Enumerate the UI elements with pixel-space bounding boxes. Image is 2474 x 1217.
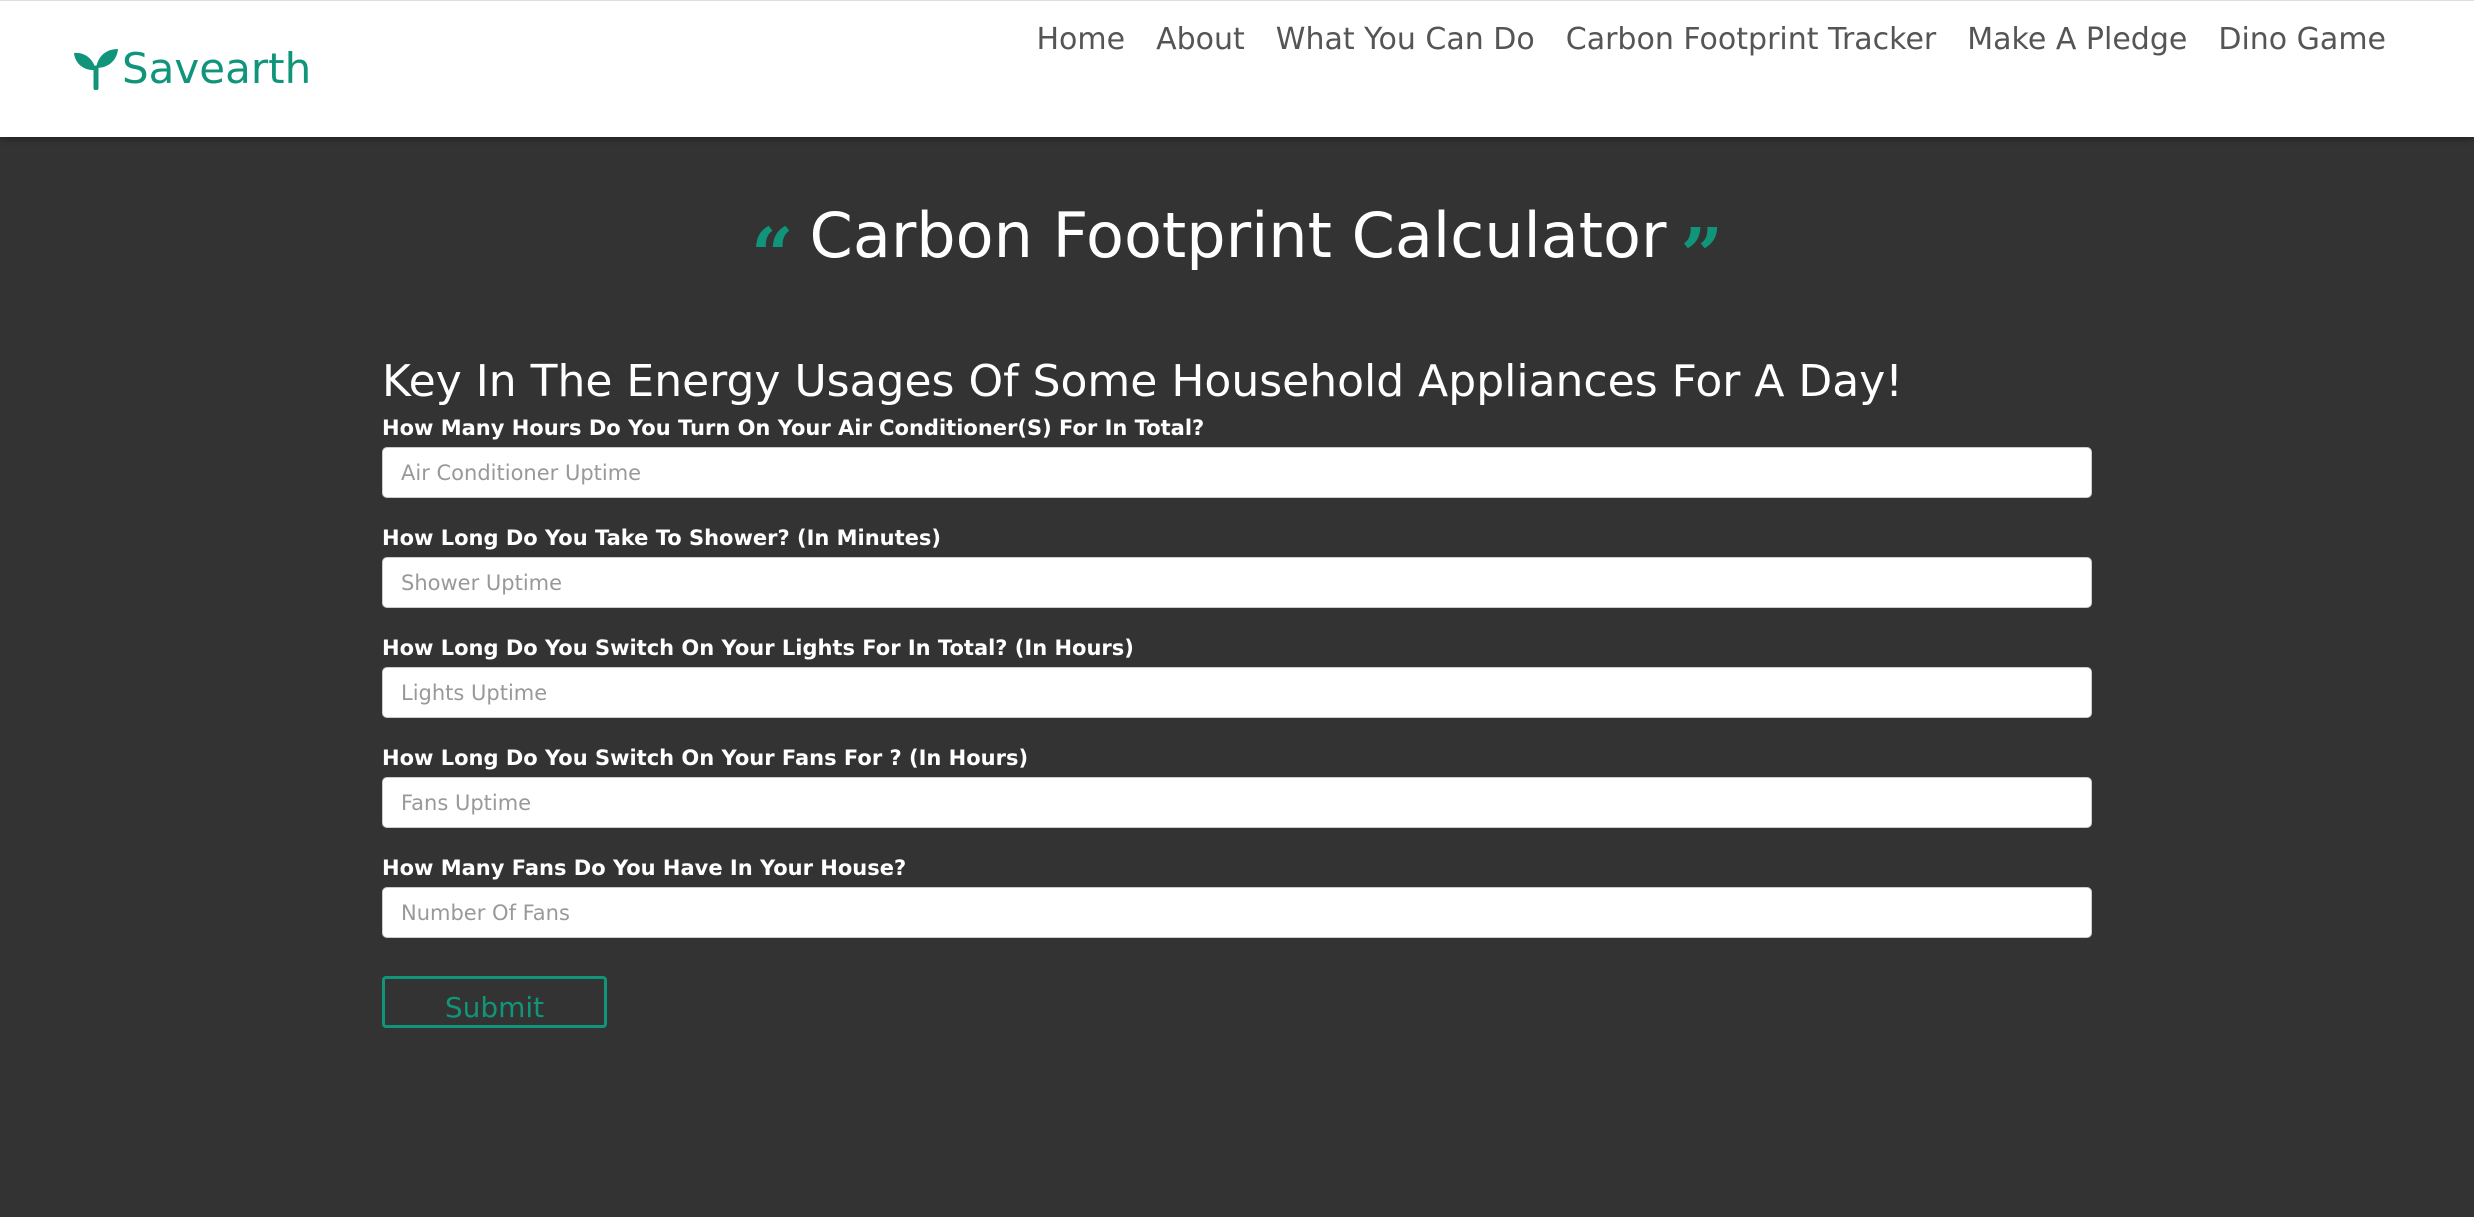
page-title-wrap: “ Carbon Footprint Calculator ”	[0, 193, 2474, 299]
field-group-number-of-fans: How Many Fans Do You Have In Your House?	[382, 853, 2092, 938]
close-quote-icon: ”	[1680, 213, 1724, 299]
fans-uptime-label: How Long Do You Switch On Your Fans For …	[382, 746, 1029, 770]
field-group-lights: How Long Do You Switch On Your Lights Fo…	[382, 633, 2092, 718]
shower-label: How Long Do You Take To Shower? (In Minu…	[382, 526, 942, 550]
carbon-calculator-form: Key In The Energy Usages Of Some Househo…	[382, 355, 2092, 1028]
main-nav: Home About What You Can Do Carbon Footpr…	[1037, 15, 2387, 65]
page-title: Carbon Footprint Calculator	[809, 199, 1667, 272]
form-heading: Key In The Energy Usages Of Some Househo…	[382, 356, 1903, 407]
nav-item-about[interactable]: About	[1156, 15, 1245, 65]
number-of-fans-input[interactable]	[382, 887, 2092, 938]
nav-item-make-a-pledge[interactable]: Make A Pledge	[1967, 15, 2187, 65]
field-group-shower: How Long Do You Take To Shower? (In Minu…	[382, 523, 2092, 608]
air-conditioner-label: How Many Hours Do You Turn On Your Air C…	[382, 416, 1205, 440]
air-conditioner-uptime-input[interactable]	[382, 447, 2092, 498]
nav-item-what-you-can-do[interactable]: What You Can Do	[1276, 15, 1535, 65]
submit-button[interactable]: Submit	[382, 976, 607, 1028]
field-group-air-conditioner: How Many Hours Do You Turn On Your Air C…	[382, 413, 2092, 498]
nav-item-dino-game[interactable]: Dino Game	[2218, 15, 2386, 65]
shower-uptime-input[interactable]	[382, 557, 2092, 608]
field-group-fans-uptime: How Long Do You Switch On Your Fans For …	[382, 743, 2092, 828]
brand-name: Savearth	[122, 44, 312, 93]
lights-label: How Long Do You Switch On Your Lights Fo…	[382, 636, 1134, 660]
nav-item-carbon-footprint-tracker[interactable]: Carbon Footprint Tracker	[1566, 15, 1937, 65]
fans-uptime-input[interactable]	[382, 777, 2092, 828]
brand-logo-link[interactable]: Savearth	[72, 43, 311, 95]
sprout-icon	[72, 44, 122, 94]
navbar: Savearth Home About What You Can Do Carb…	[0, 0, 2474, 137]
calculator-section: “ Carbon Footprint Calculator ” Key In T…	[0, 137, 2474, 1217]
nav-item-home[interactable]: Home	[1037, 15, 1126, 65]
number-of-fans-label: How Many Fans Do You Have In Your House?	[382, 856, 907, 880]
lights-uptime-input[interactable]	[382, 667, 2092, 718]
open-quote-icon: “	[750, 213, 794, 299]
